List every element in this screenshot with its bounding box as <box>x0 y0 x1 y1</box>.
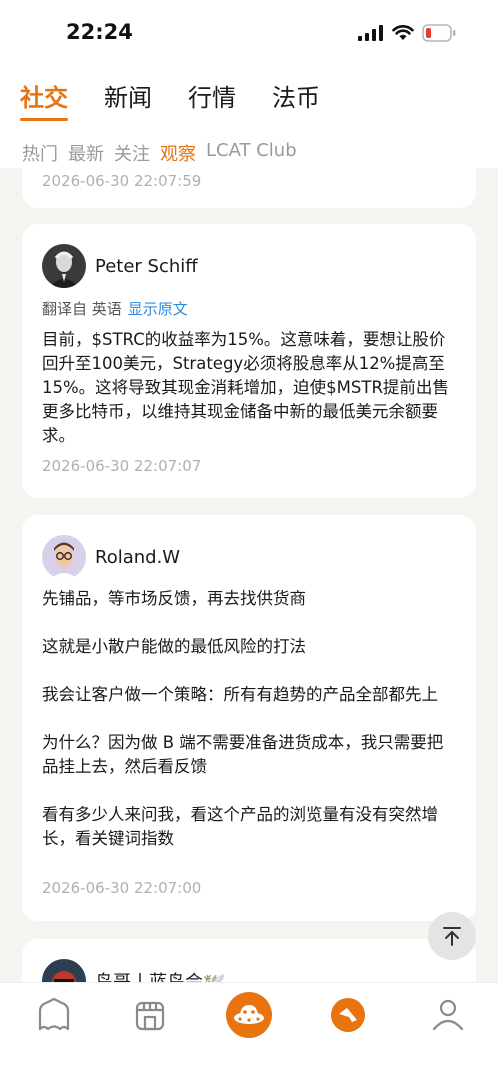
subtab-latest[interactable]: 最新 <box>68 140 104 166</box>
bottom-nav <box>0 982 498 1080</box>
post-timestamp: 2026-06-30 22:07:07 <box>42 457 202 475</box>
post-paragraph: 为什么？因为做 B 端不需要准备进货成本，我只需要把品挂上去，然后看反馈 <box>42 733 444 776</box>
post-card[interactable]: Peter Schiff 翻译自 英语 显示原文 目前，$STRC的收益率为15%… <box>22 224 476 498</box>
scroll-to-top-button[interactable] <box>428 912 476 960</box>
tab-social[interactable]: 社交 <box>20 78 68 121</box>
post-card[interactable]: 鸟哥丨蓝鸟会🕊️ <box>22 939 476 982</box>
nav-social[interactable] <box>225 991 273 1039</box>
status-time: 22:24 <box>66 20 133 44</box>
arrow-up-to-top-icon <box>443 927 461 946</box>
author-name[interactable]: Roland.W <box>95 547 180 568</box>
post-timestamp: 2026-06-30 22:07:59 <box>42 172 202 190</box>
main-tabs: 社交 新闻 行情 法币 <box>20 78 320 121</box>
feed: 2026-06-30 22:07:59 Peter Schiff 翻译自 英语显… <box>0 168 498 982</box>
post-card[interactable]: 2026-06-30 22:07:59 <box>22 168 476 208</box>
post-body: 先铺品，等市场反馈，再去找供货商 这就是小散户能做的最低风险的打法 我会让客户做… <box>42 587 454 851</box>
signal-icon <box>358 25 383 41</box>
nav-home[interactable] <box>30 991 78 1039</box>
top-tab-area: 社交 新闻 行情 法币 热门 最新 关注 观察 LCAT Club <box>0 68 498 168</box>
nav-profile[interactable] <box>424 991 472 1039</box>
discover-icon <box>331 998 365 1032</box>
nav-market[interactable] <box>126 991 174 1039</box>
post-author[interactable]: 鸟哥丨蓝鸟会🕊️ <box>42 959 225 982</box>
post-body: 目前，$STRC的收益率为15%。这意味着，要想让股价回升至100美元，Stra… <box>42 330 449 445</box>
status-icons <box>358 22 456 44</box>
tab-market[interactable]: 行情 <box>188 78 236 121</box>
avatar[interactable] <box>42 959 86 982</box>
post-card[interactable]: Roland.W 先铺品，等市场反馈，再去找供货商 这就是小散户能做的最低风险的… <box>22 515 476 921</box>
post-author[interactable]: Peter Schiff <box>42 244 198 288</box>
avatar[interactable] <box>42 535 86 579</box>
sub-tabs: 热门 最新 关注 观察 LCAT Club <box>22 140 297 166</box>
battery-low-icon <box>422 24 456 42</box>
market-icon <box>135 1001 165 1031</box>
show-original-link[interactable]: 显示原文 <box>128 300 188 318</box>
tab-news[interactable]: 新闻 <box>104 78 152 121</box>
post-paragraph: 我会让客户做一个策略：所有有趋势的产品全部都先上 <box>42 685 438 704</box>
post-paragraph: 先铺品，等市场反馈，再去找供货商 <box>42 589 306 608</box>
author-name[interactable]: Peter Schiff <box>95 256 198 277</box>
subtab-following[interactable]: 关注 <box>114 140 150 166</box>
social-ufo-icon <box>226 992 272 1038</box>
post-paragraph: 看有多少人来问我，看这个产品的浏览量有没有突然增长，看关键词指数 <box>42 805 438 848</box>
avatar[interactable] <box>42 244 86 288</box>
post-author[interactable]: Roland.W <box>42 535 180 579</box>
status-bar: 22:24 <box>0 0 498 68</box>
post-paragraph: 这就是小散户能做的最低风险的打法 <box>42 637 306 656</box>
subtab-watch[interactable]: 观察 <box>160 140 196 166</box>
author-name[interactable]: 鸟哥丨蓝鸟会🕊️ <box>95 968 225 982</box>
translate-from-label: 翻译自 英语 <box>42 300 122 318</box>
nav-discover[interactable] <box>324 991 372 1039</box>
subtab-hot[interactable]: 热门 <box>22 140 58 166</box>
subtab-lcat-club[interactable]: LCAT Club <box>206 140 297 166</box>
wifi-icon <box>392 25 414 40</box>
profile-icon <box>432 999 464 1031</box>
post-timestamp: 2026-06-30 22:07:00 <box>42 879 202 897</box>
translate-info: 翻译自 英语 显示原文 <box>42 298 188 319</box>
home-icon <box>38 997 70 1031</box>
tab-fiat[interactable]: 法币 <box>272 78 320 121</box>
